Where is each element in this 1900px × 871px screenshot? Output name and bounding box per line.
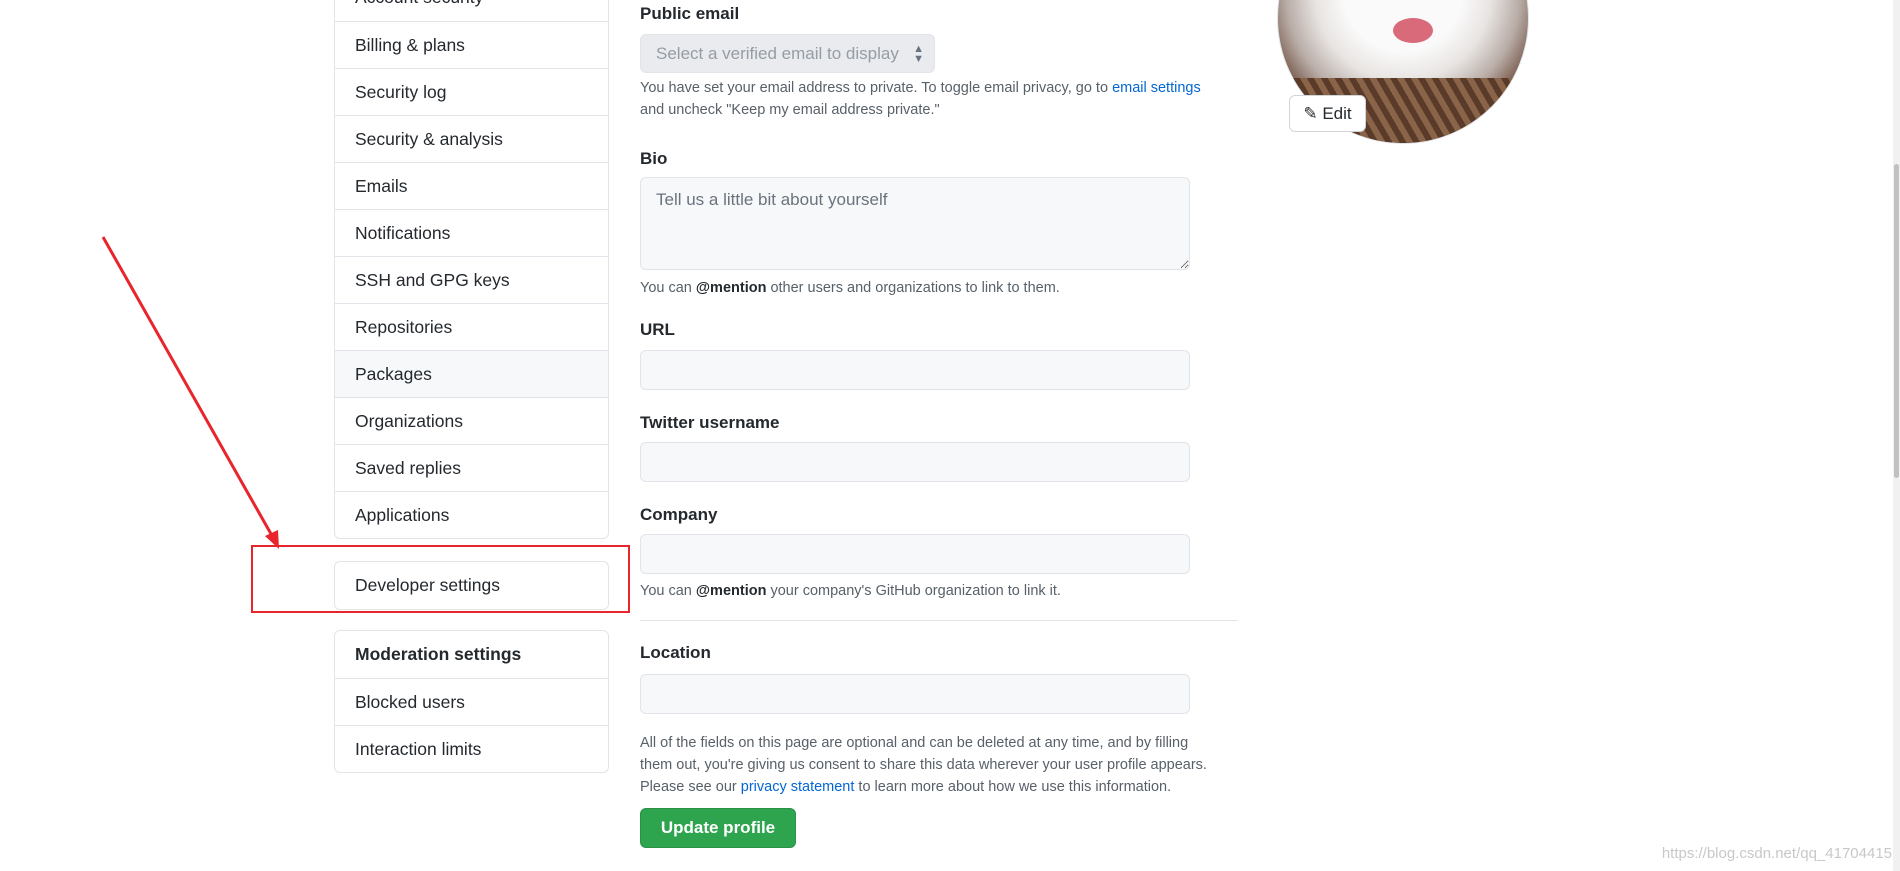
update-profile-button[interactable]: Update profile — [640, 808, 796, 848]
public-email-help: You have set your email address to priva… — [640, 77, 1240, 121]
avatar-edit-button[interactable]: ✎ Edit — [1289, 95, 1366, 132]
company-help: You can @mention your company's GitHub o… — [640, 580, 1061, 602]
bio-textarea[interactable] — [640, 177, 1190, 270]
company-label: Company — [640, 505, 718, 524]
watermark: https://blog.csdn.net/qq_41704415 — [1661, 845, 1892, 862]
twitter-input[interactable] — [640, 442, 1190, 482]
notice-line: them out, you're giving us consent to sh… — [640, 757, 1207, 773]
mention-text: @mention — [695, 583, 767, 599]
moderation-header: Moderation settings — [355, 644, 522, 664]
notice-line: Please see our — [640, 779, 741, 795]
help-text: your company's GitHub organization to li… — [766, 583, 1061, 599]
public-email-placeholder: Select a verified email to display — [656, 44, 899, 63]
select-arrows-icon: ▲ ▼ — [913, 43, 924, 65]
help-text: You can — [640, 583, 696, 599]
notice-line: All of the fields on this page are optio… — [640, 735, 1189, 751]
help-text: and uncheck "Keep my email address priva… — [640, 102, 940, 118]
help-text: other users and organizations to link to… — [766, 280, 1060, 296]
url-input[interactable] — [640, 350, 1190, 390]
email-settings-link[interactable]: email settings — [1112, 80, 1201, 96]
bio-label: Bio — [640, 149, 668, 168]
annotation-arrow — [101, 236, 279, 549]
privacy-statement-link[interactable]: privacy statement — [741, 779, 855, 795]
bio-help: You can @mention other users and organiz… — [640, 277, 1060, 299]
scrollbar-track[interactable] — [1893, 0, 1900, 871]
location-input[interactable] — [640, 674, 1190, 714]
scrollbar-thumb[interactable] — [1894, 164, 1899, 478]
moderation-nav: Moderation settings Blocked users Intera… — [334, 630, 609, 773]
location-label: Location — [640, 643, 711, 662]
mention-text: @mention — [695, 280, 767, 296]
pencil-icon: ✎ — [1303, 103, 1318, 123]
nav-interaction-limits[interactable]: Interaction limits — [335, 725, 608, 772]
public-email-select[interactable]: Select a verified email to display ▲ ▼ — [640, 34, 935, 73]
edit-label: Edit — [1322, 103, 1352, 123]
url-label: URL — [640, 320, 675, 339]
privacy-notice: All of the fields on this page are optio… — [640, 732, 1260, 798]
help-text: You have set your email address to priva… — [640, 80, 1113, 96]
twitter-label: Twitter username — [640, 413, 780, 432]
notice-line: to learn more about how we use this info… — [854, 779, 1172, 795]
public-email-label: Public email — [640, 4, 740, 23]
divider — [640, 620, 1238, 621]
help-text: You can — [640, 280, 696, 296]
company-input[interactable] — [640, 534, 1190, 574]
nav-blocked-users[interactable]: Blocked users — [335, 678, 608, 725]
